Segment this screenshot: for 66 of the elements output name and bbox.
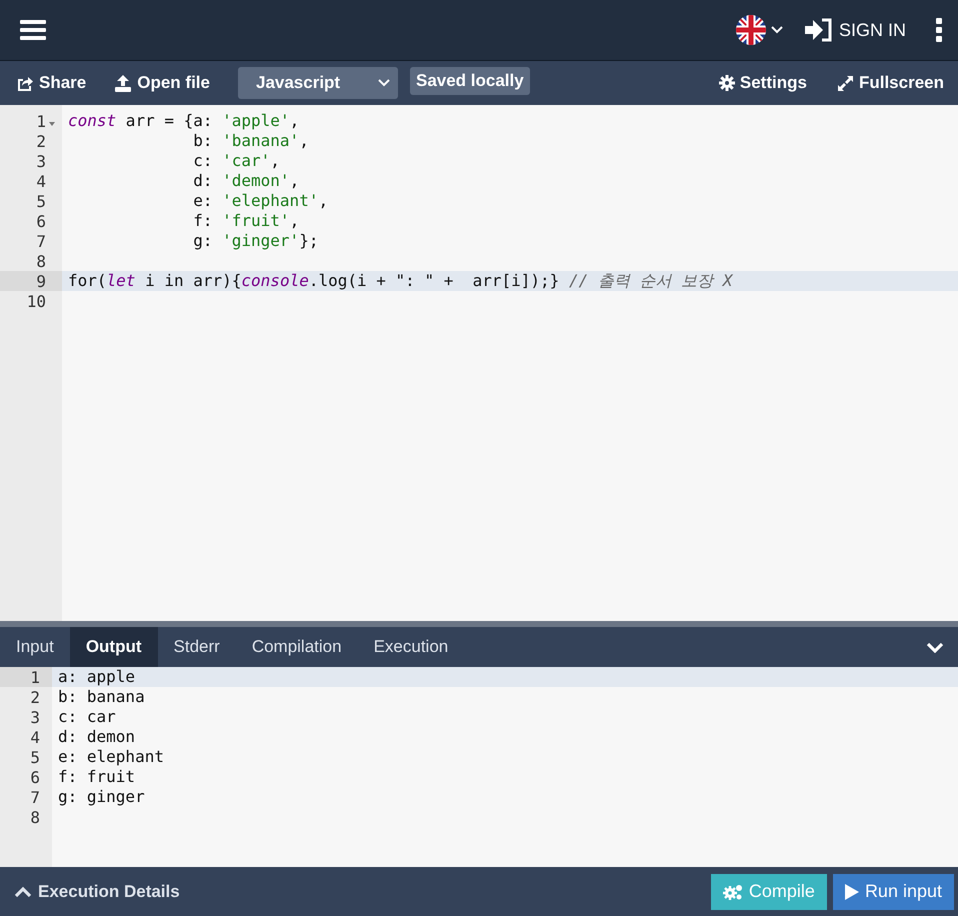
fullscreen-button[interactable]: Fullscreen [836,73,944,93]
gears-icon [722,882,743,900]
run-button[interactable]: Run input [832,874,954,910]
more-icon [936,18,942,42]
code-line: c: 'car', [192,151,280,171]
code-line: g: 'ginger'}; [192,231,318,251]
sign-in-icon [804,18,833,42]
code-line: const arr = {a: 'apple', [67,111,300,131]
execution-details-toggle[interactable]: Execution Details [14,882,180,902]
expand-icon [836,74,854,92]
code-line: f: 'fruit', [192,211,300,231]
output-line: c: car [57,707,116,727]
play-icon [844,884,859,900]
caret-icon [770,26,783,34]
output-tab[interactable]: Execution [358,627,464,667]
more-button[interactable] [936,18,942,42]
language-select[interactable]: Javascript [238,67,398,99]
caret-icon [378,79,390,87]
share-icon [16,75,34,91]
line-number: 3 [30,708,40,726]
line-number: 8 [36,252,47,270]
line-number: 10 [26,292,47,310]
upload-icon [114,74,132,92]
save-status: Saved locally [410,67,530,95]
collapse-button[interactable] [926,642,944,652]
menu-button[interactable] [20,19,46,41]
settings-icon [718,75,735,91]
language-button[interactable] [734,14,783,46]
output-tab[interactable]: Output [70,627,158,667]
line-number: 7 [30,788,40,806]
chevron-up-icon [14,886,32,898]
line-number: 1 [36,112,46,130]
code-line: for(let i in arr){console.log(i + ": " + arr[i]);} // 출력 순서 보장 X [67,271,732,291]
output-tab[interactable]: Stderr [158,627,236,667]
settings-button[interactable]: Settings [718,73,807,93]
chevron-down-icon [926,642,944,652]
line-number: 5 [36,192,47,210]
output-line: f: fruit [57,767,136,787]
line-number: 6 [36,212,47,230]
output-line: d: demon [57,727,136,747]
open-file-button[interactable]: Open file [114,73,210,93]
code-line: e: 'elephant', [192,191,328,211]
line-number: 9 [36,272,47,290]
line-number: 8 [30,808,40,826]
menu-icon [20,19,46,41]
output-line: e: elephant [57,747,164,767]
line-number: 3 [36,152,47,170]
line-number: 5 [30,748,40,766]
fold-icon[interactable] [48,120,56,126]
output-tab[interactable]: Input [0,627,70,667]
output-line: g: ginger [57,787,145,807]
line-number: 2 [30,688,40,706]
line-number: 4 [36,172,47,190]
line-number: 2 [36,132,47,150]
output-line: a: apple [57,667,136,687]
line-number: 7 [36,232,47,250]
line-number: 1 [30,668,40,686]
code-line: b: 'banana', [192,131,309,151]
flag-icon [734,14,767,46]
output-tab[interactable]: Compilation [236,627,358,667]
line-number: 4 [30,728,40,746]
share-button[interactable]: Share [16,73,86,93]
code-line: d: 'demon', [192,171,300,191]
sign-in-button[interactable]: SIGN IN [804,18,906,42]
line-number: 6 [30,768,40,786]
output-line: b: banana [57,687,145,707]
